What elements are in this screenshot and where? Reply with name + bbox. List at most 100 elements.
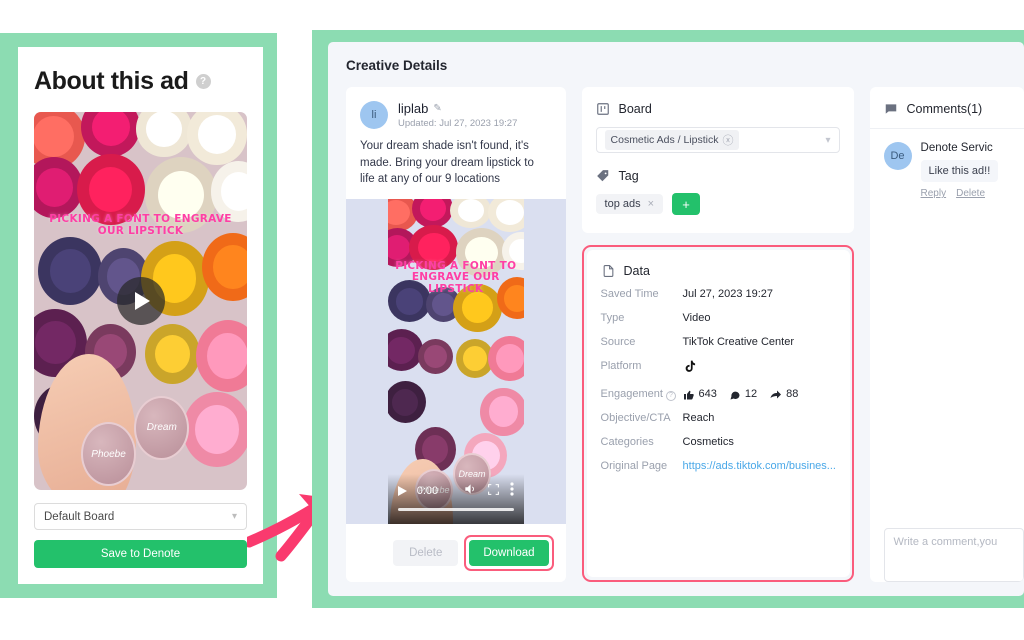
details-column: Board Cosmetic Ads / Lipstick ⓧ ▾ Tag to… — [581, 87, 854, 582]
screenshot-root: About this ad ? PICKING A FONT TO ENGRAV… — [0, 0, 1024, 640]
author-name-row: liplab ✎ — [398, 101, 517, 116]
author-name: liplab — [398, 101, 429, 116]
tag-row: top ads × + — [595, 193, 840, 215]
pencil-icon[interactable]: ✎ — [433, 103, 441, 114]
remove-circle-icon[interactable]: ⓧ — [722, 132, 733, 148]
data-heading-row: Data — [601, 263, 836, 278]
comments-card: Comments(1) De Denote Servic Like this a… — [869, 87, 1024, 582]
shares-count: 88 — [786, 388, 799, 401]
data-row-type: Type Video — [601, 311, 836, 326]
play-icon[interactable] — [116, 277, 165, 325]
data-value: Reach — [682, 412, 715, 425]
data-value: Jul 27, 2023 19:27 — [682, 288, 774, 300]
video-controls: 0:00 — [387, 474, 524, 524]
data-label: Saved Time — [600, 288, 659, 300]
download-button[interactable]: Download — [469, 540, 549, 566]
about-title-row: About this ad ? — [34, 67, 247, 96]
engagement-values: 643 12 88 — [683, 387, 798, 402]
data-label: Original Page — [600, 459, 668, 472]
data-label: Platform — [600, 359, 642, 372]
board-heading: Board — [618, 101, 652, 116]
board-icon — [596, 101, 611, 116]
updated-timestamp: Updated: Jul 27, 2023 19:27 — [398, 118, 518, 129]
page-title: About this ad — [34, 67, 189, 95]
data-label: Categories — [600, 436, 654, 449]
volume-icon[interactable] — [463, 482, 477, 499]
question-mark-icon[interactable]: ? — [195, 74, 211, 89]
comment-icon — [884, 101, 899, 116]
save-to-denote-button[interactable]: Save to Denote — [34, 540, 247, 568]
comment-author: Denote Servic — [920, 142, 993, 154]
kebab-menu-icon[interactable] — [510, 482, 514, 499]
data-label: Type — [600, 311, 625, 324]
download-highlight-box: Download — [464, 535, 554, 571]
video-progress-bar[interactable] — [397, 508, 514, 511]
reply-link[interactable]: Reply — [921, 188, 947, 199]
tag-heading: Tag — [618, 168, 639, 183]
close-icon[interactable]: × — [648, 198, 654, 210]
comment-actions: Reply Delete — [921, 188, 999, 199]
about-this-ad-frame: About this ad ? PICKING A FONT TO ENGRAV… — [0, 33, 277, 598]
comment-input-wrapper: Write a comment,you — [870, 518, 1024, 582]
lipstick-disc-right: Dream — [134, 395, 190, 460]
tag-heading-row: Tag — [596, 168, 840, 183]
add-tag-button[interactable]: + — [672, 193, 701, 215]
board-select-dropdown[interactable]: Default Board ▾ — [34, 503, 247, 530]
video-current-time: 0:00 — [416, 484, 439, 497]
data-label: Objective/CTA — [600, 412, 671, 425]
likes-count: 643 — [698, 388, 717, 401]
comments-column: Comments(1) De Denote Servic Like this a… — [869, 87, 1024, 582]
comment-item: De Denote Servic Like this ad!! Reply De… — [870, 129, 1024, 199]
board-card: Board Cosmetic Ads / Lipstick ⓧ ▾ Tag to… — [581, 87, 854, 233]
delete-button[interactable]: Delete — [393, 540, 459, 566]
comments-heading-row: Comments(1) — [869, 101, 1024, 129]
shares-stat: 88 — [769, 387, 798, 402]
tag-icon — [596, 168, 611, 183]
tag-chip[interactable]: top ads × — [595, 194, 664, 214]
data-value: TikTok Creative Center — [682, 335, 794, 348]
data-row-objective: Objective/CTA Reach — [601, 411, 836, 426]
comment-body: Denote Servic Like this ad!! Reply Delet… — [920, 142, 999, 199]
chevron-down-icon: ▾ — [825, 134, 831, 146]
board-selected-value: Cosmetic Ads / Lipstick — [610, 134, 719, 146]
fullscreen-icon[interactable] — [487, 483, 500, 499]
comments-stat: 12 — [729, 387, 757, 402]
ad-preview-image[interactable]: PICKING A FONT TO ENGRAVE OUR LIPSTICK P… — [34, 112, 247, 490]
data-highlight-box: Data Saved Time Jul 27, 2023 19:27 Type … — [581, 245, 854, 582]
play-icon[interactable] — [397, 485, 407, 496]
about-this-ad-card: About this ad ? PICKING A FONT TO ENGRAV… — [18, 47, 263, 584]
creative-actions: Delete Download — [346, 524, 566, 582]
tag-label: top ads — [604, 198, 641, 210]
creative-details-frame: Creative Details li liplab ✎ Updated: Ju… — [312, 30, 1024, 608]
ad-overlay-text: PICKING A FONT TO ENGRAVE OUR LIPSTICK — [49, 213, 232, 237]
board-heading-row: Board — [596, 101, 840, 116]
data-value: Cosmetics — [682, 436, 734, 449]
question-mark-icon[interactable]: ? — [665, 391, 676, 402]
creative-card: li liplab ✎ Updated: Jul 27, 2023 19:27 … — [346, 87, 566, 582]
data-label: Source — [600, 335, 636, 348]
data-card: Data Saved Time Jul 27, 2023 19:27 Type … — [586, 250, 850, 577]
data-value: Video — [682, 311, 711, 324]
comment-input[interactable]: Write a comment,you — [883, 528, 1024, 582]
board-select-field[interactable]: Cosmetic Ads / Lipstick ⓧ ▾ — [595, 127, 840, 153]
data-row-platform: Platform — [601, 359, 836, 379]
author-row: li liplab ✎ Updated: Jul 27, 2023 19:27 — [346, 87, 566, 129]
engagement-label: Engagement — [600, 388, 663, 401]
lipstick-disc-left: Phoebe — [80, 421, 137, 487]
board-select-value: Default Board — [44, 510, 115, 523]
avatar: li — [360, 101, 388, 129]
panel-title: Creative Details — [346, 58, 448, 73]
original-page-link[interactable]: https://ads.tiktok.com/busines... — [683, 459, 836, 474]
delete-comment-link[interactable]: Delete — [956, 188, 985, 199]
creative-column: li liplab ✎ Updated: Jul 27, 2023 19:27 … — [346, 87, 566, 582]
data-heading: Data — [623, 263, 650, 278]
data-label: Engagement ? — [601, 387, 683, 402]
comments-count: 12 — [744, 388, 758, 401]
tiktok-icon — [683, 359, 697, 379]
comment-text: Like this ad!! — [920, 160, 999, 182]
chevron-down-icon: ▾ — [231, 511, 237, 522]
board-selected-chip[interactable]: Cosmetic Ads / Lipstick ⓧ — [604, 130, 740, 150]
data-row-engagement: Engagement ? 643 12 88 — [601, 387, 836, 402]
data-row-original-page: Original Page https://ads.tiktok.com/bus… — [601, 459, 836, 474]
video-player[interactable]: PICKING A FONT TO ENGRAVE OUR LIPSTICK P… — [346, 199, 566, 524]
